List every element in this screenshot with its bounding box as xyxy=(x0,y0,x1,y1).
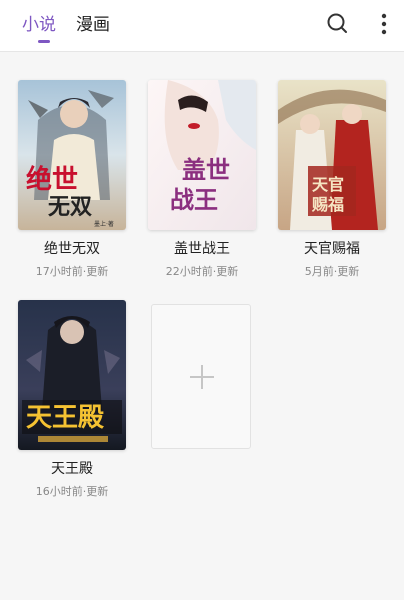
more-vertical-icon[interactable] xyxy=(377,12,391,36)
book-title: 盖世战王 xyxy=(174,241,230,257)
svg-text:绝世: 绝世 xyxy=(26,164,78,195)
book-cover[interactable]: 天王殿 xyxy=(18,300,126,450)
svg-text:天官: 天官 xyxy=(312,175,344,194)
top-bar: 小说 漫画 xyxy=(0,0,404,52)
svg-text:赐福: 赐福 xyxy=(311,195,344,214)
book-update-time: 17小时前·更新 xyxy=(35,265,109,278)
book-item[interactable]: 天王殿 天王殿 16小时前·更新 xyxy=(18,300,130,499)
svg-text:战王: 战王 xyxy=(170,186,218,214)
book-item[interactable]: 绝世 无双 墨上·著 绝世无双 17小时前·更新 xyxy=(18,80,130,279)
book-update-time: 16小时前·更新 xyxy=(35,485,109,498)
book-title: 天官赐福 xyxy=(304,241,360,257)
book-item[interactable]: 盖世 战王 盖世战王 22小时前·更新 xyxy=(148,80,260,279)
search-icon[interactable] xyxy=(326,12,348,34)
active-tab-indicator xyxy=(38,40,50,43)
plus-icon xyxy=(190,365,214,389)
book-cover[interactable]: 盖世 战王 xyxy=(148,80,256,230)
tab-novel[interactable]: 小说 xyxy=(22,10,56,35)
book-item[interactable]: 天官 赐福 天官赐福 5月前·更新 xyxy=(278,80,390,279)
svg-text:天王殿: 天王殿 xyxy=(26,403,104,433)
svg-text:墨上·著: 墨上·著 xyxy=(94,220,114,228)
svg-text:无双: 无双 xyxy=(48,195,92,220)
book-update-time: 5月前·更新 xyxy=(304,265,360,278)
book-cover[interactable]: 绝世 无双 墨上·著 xyxy=(18,80,126,230)
book-title: 绝世无双 xyxy=(44,241,100,257)
tab-comic[interactable]: 漫画 xyxy=(76,10,110,35)
add-book-button[interactable] xyxy=(151,304,251,449)
book-cover[interactable]: 天官 赐福 xyxy=(278,80,386,230)
book-update-time: 22小时前·更新 xyxy=(165,265,239,278)
book-title: 天王殿 xyxy=(51,461,93,477)
svg-text:盖世: 盖世 xyxy=(182,156,230,184)
